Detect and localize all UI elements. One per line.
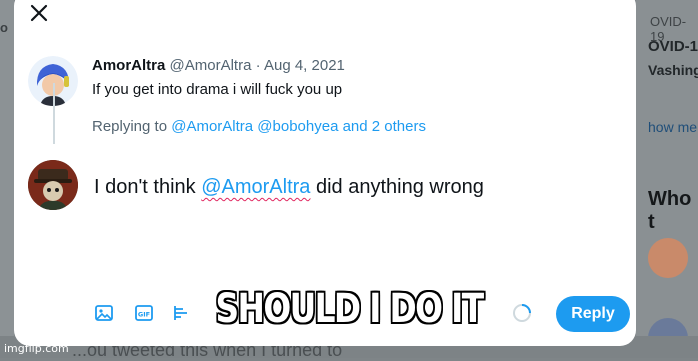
background-right-column: OVID-19 OVID-1 Vashing how me Who t (636, 0, 698, 358)
background-trend-2: OVID-1 (648, 38, 698, 55)
compose-mention: @AmorAltra (201, 176, 311, 198)
background-who-to-follow: Who t (648, 188, 692, 233)
close-icon (30, 4, 48, 22)
compose-text-after: did anything wrong (310, 176, 484, 198)
close-button[interactable] (28, 2, 50, 24)
background-trend-3: Vashing (648, 62, 698, 78)
replying-to-line: Replying to @AmorAltra @bobohyea and 2 o… (92, 118, 426, 135)
thread-connector-line (53, 83, 55, 144)
replying-to-others[interactable]: and 2 others (338, 118, 426, 135)
meme-caption: SHOULD I DO IT (215, 286, 485, 332)
original-tweet-header: AmorAltra @AmorAltra · Aug 4, 2021 (92, 57, 345, 74)
original-author-handle[interactable]: @AmorAltra (170, 57, 252, 74)
compose-textarea[interactable]: I don't think @AmorAltra did anything wr… (94, 176, 484, 199)
original-author-name[interactable]: AmorAltra (92, 57, 165, 74)
compose-text-before: I don't think (94, 176, 202, 198)
background-show-more: how me (648, 119, 698, 135)
original-tweet-text: If you get into drama i will fuck you up (92, 81, 343, 98)
meta-separator: · (251, 57, 264, 74)
composer-avatar[interactable] (28, 160, 78, 210)
replying-to-prefix: Replying to (92, 118, 172, 135)
original-tweet-date[interactable]: Aug 4, 2021 (264, 57, 345, 74)
imgflip-watermark: imgflip.com (4, 342, 69, 355)
background-avatar-1 (648, 238, 688, 278)
background-left-text: o (0, 20, 8, 35)
background-left-column: o (0, 0, 14, 358)
replying-to-users[interactable]: @AmorAltra @bobohyea (171, 118, 338, 135)
